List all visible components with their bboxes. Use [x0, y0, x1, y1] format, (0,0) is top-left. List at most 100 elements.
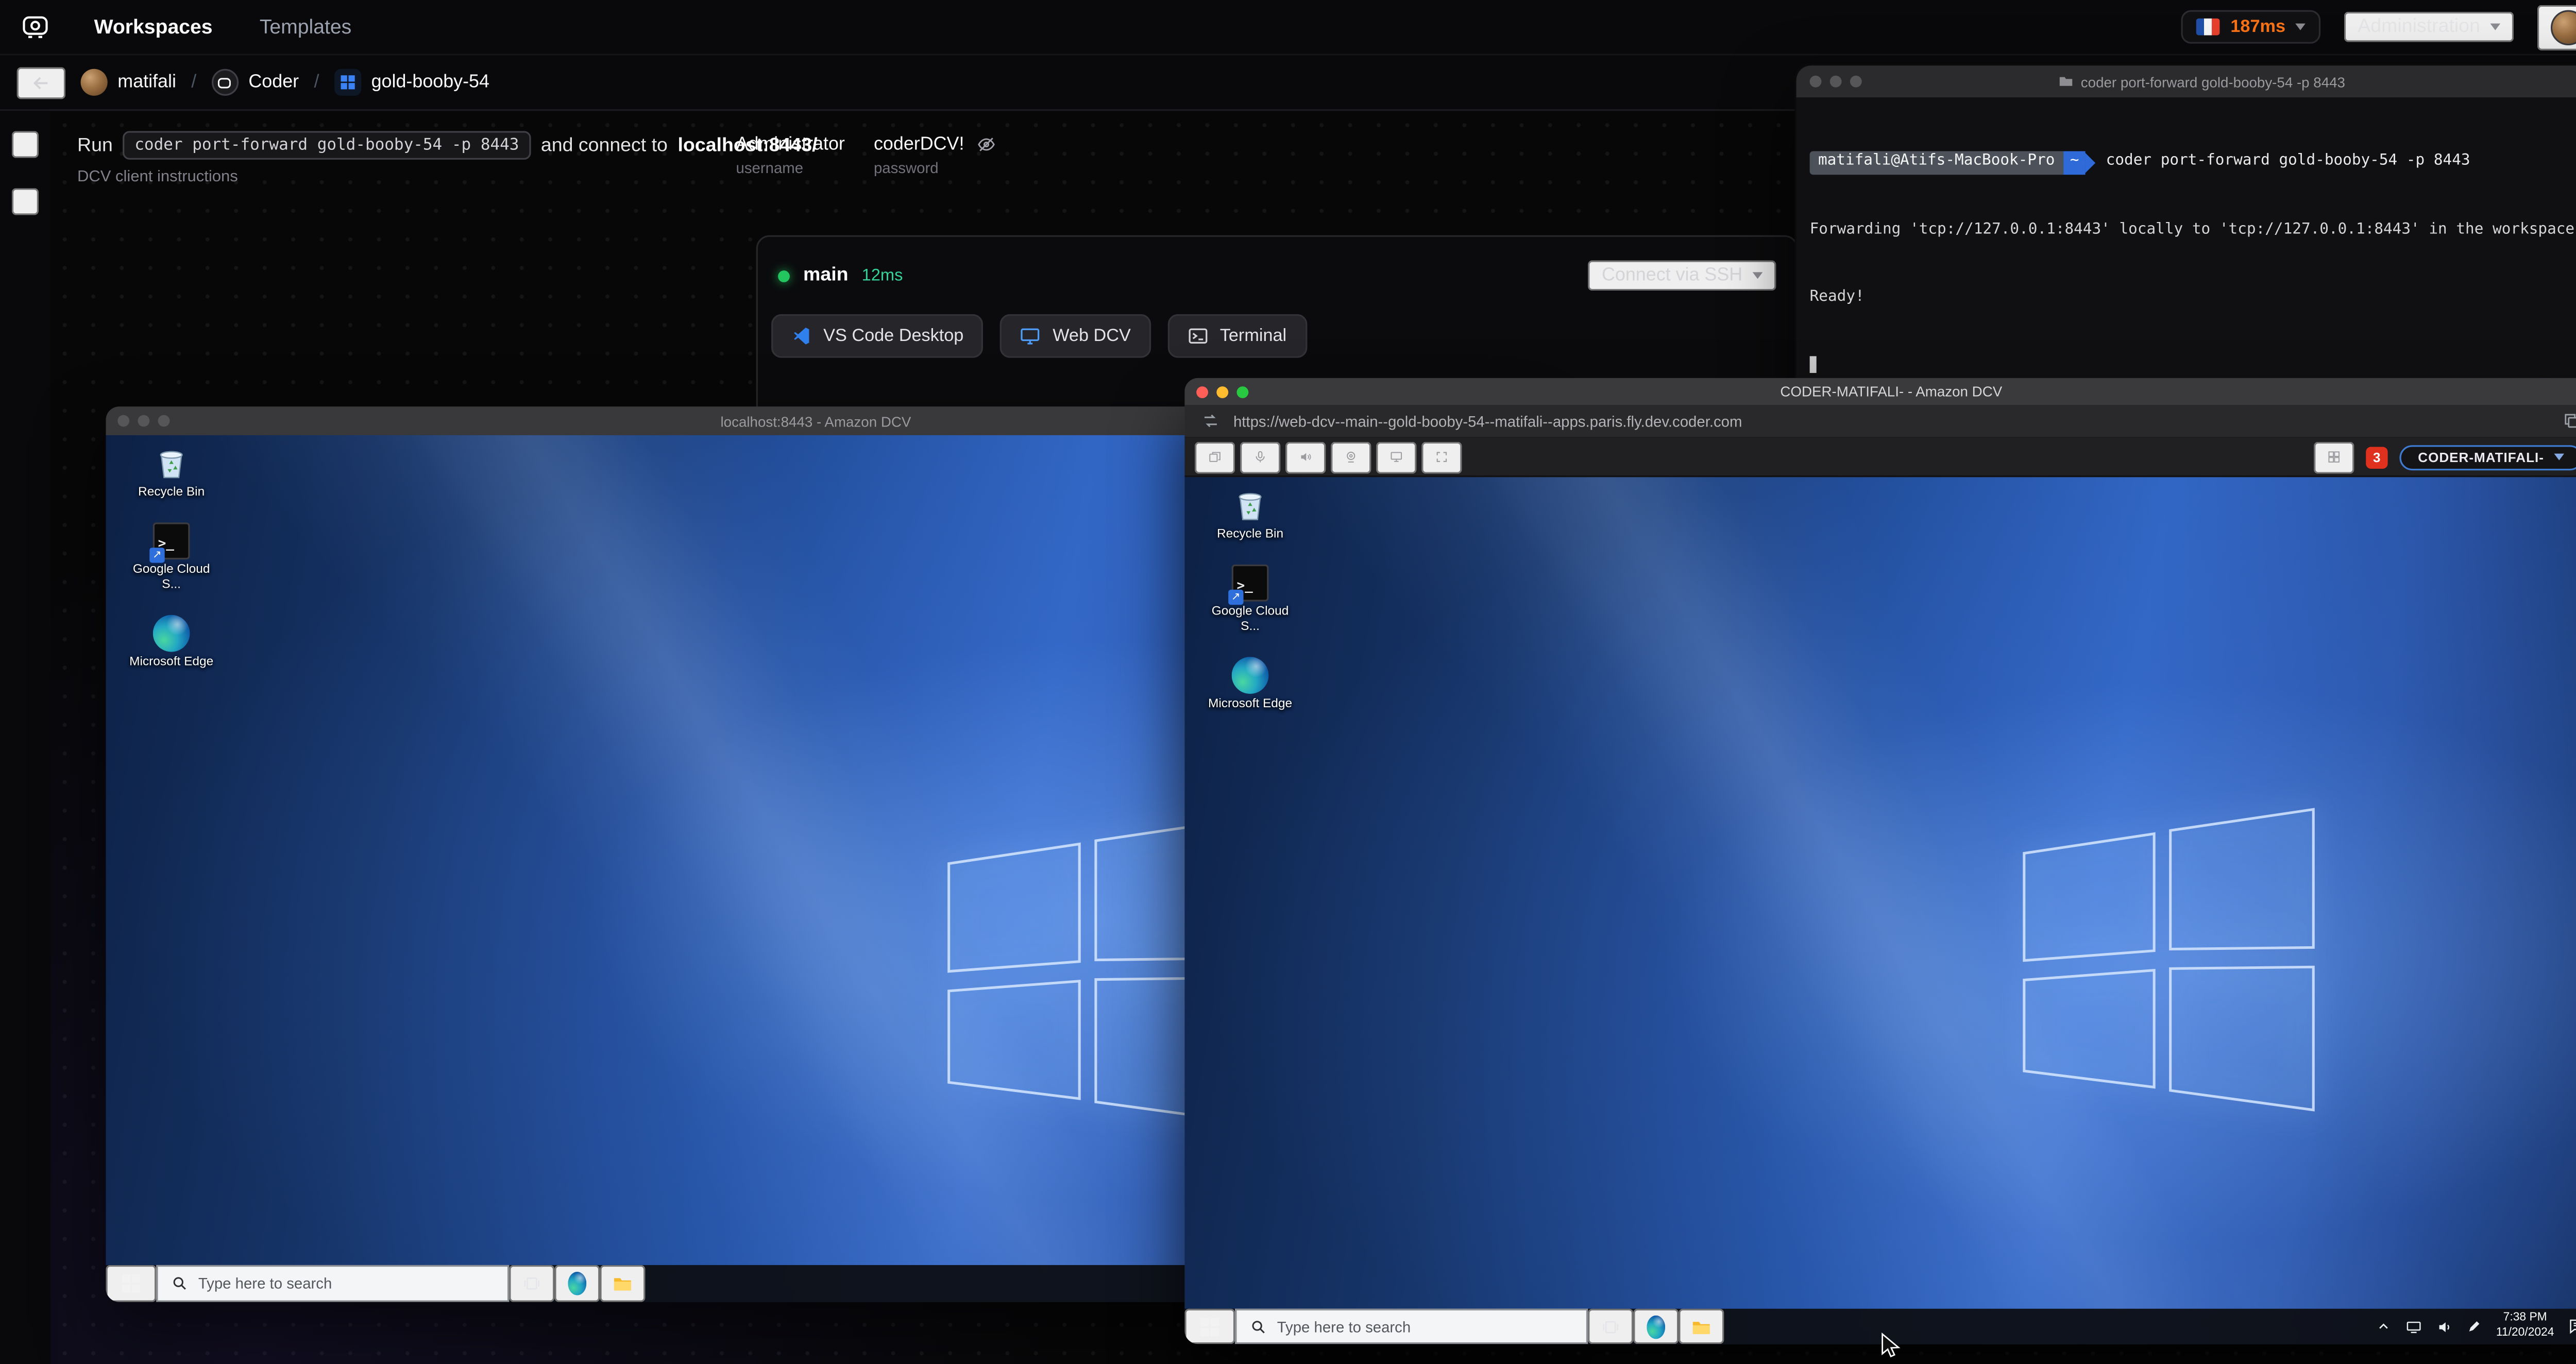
taskbar-file-explorer-button[interactable]: [1679, 1308, 1724, 1344]
copy-icon[interactable]: [2563, 412, 2576, 430]
history-icon[interactable]: [11, 188, 39, 215]
password-credential: coderDCV! password: [873, 134, 996, 176]
coder-logo-icon[interactable]: [17, 8, 54, 45]
dcv-client-instructions-link[interactable]: DCV client instructions: [77, 168, 238, 186]
taskbar-edge-button[interactable]: [1633, 1308, 1679, 1344]
taskbar-search-input[interactable]: Type here to search: [1235, 1308, 1588, 1344]
dcv-toolbar: 3 CODER-MATIFALI-: [1184, 438, 2576, 478]
port-forward-command: coder port-forward gold-booby-54 -p 8443: [123, 131, 531, 160]
console-icon: >_ ↗: [1228, 564, 1269, 605]
vscode-desktop-button[interactable]: VS Code Desktop: [771, 314, 984, 358]
coder-org-icon: [211, 69, 239, 96]
icon-label: Recycle Bin: [138, 484, 205, 499]
recycle-bin-glyph: [160, 451, 183, 479]
clock-time: 7:38 PM: [2503, 1312, 2547, 1324]
session-menu-button[interactable]: CODER-MATIFALI-: [2399, 444, 2576, 470]
speaker-icon[interactable]: [1285, 441, 1326, 473]
microsoft-edge-shortcut[interactable]: Microsoft Edge: [116, 614, 227, 669]
site-connection-icon: [1204, 414, 1217, 428]
recycle-bin-icon[interactable]: Recycle Bin: [116, 445, 227, 500]
system-tray: 7:38 PM 11/20/2024: [2365, 1309, 2576, 1344]
task-view-button[interactable]: [509, 1265, 555, 1302]
chevron-down-icon: [1752, 272, 1763, 279]
action-center-icon[interactable]: [2568, 1317, 2576, 1336]
windows-cascade-icon[interactable]: [1194, 441, 1235, 473]
start-button[interactable]: [106, 1265, 157, 1302]
breadcrumb-user-label: matifali: [117, 72, 176, 93]
taskbar-file-explorer-button[interactable]: [600, 1265, 646, 1302]
connect-via-ssh-button[interactable]: Connect via SSH: [1588, 260, 1776, 291]
icon-label: Microsoft Edge: [129, 653, 214, 668]
window-controls[interactable]: [117, 415, 170, 427]
taskbar-clock[interactable]: 7:38 PM 11/20/2024: [2496, 1312, 2554, 1340]
tab-templates[interactable]: Templates: [260, 15, 351, 39]
tools-icon[interactable]: [11, 131, 39, 158]
terminal-button[interactable]: Terminal: [1167, 314, 1307, 358]
latency-indicator[interactable]: 187ms: [2181, 10, 2321, 44]
windows-desktop[interactable]: Recycle Bin >_ ↗ Google Cloud S... Micro…: [1184, 477, 2576, 1344]
back-button[interactable]: [16, 66, 66, 98]
avatar: [2550, 9, 2576, 45]
breadcrumb-user[interactable]: matifali: [80, 69, 176, 96]
user-avatar-menu[interactable]: [2537, 4, 2576, 50]
icon-label: Recycle Bin: [1216, 525, 1284, 541]
breadcrumb-separator: /: [314, 72, 319, 93]
file-explorer-icon: [1692, 1321, 1710, 1334]
display-icon[interactable]: [1376, 441, 1417, 473]
clock-date: 11/20/2024: [2496, 1326, 2554, 1338]
search-placeholder: Type here to search: [1277, 1318, 1411, 1335]
agent-latency: 12ms: [861, 266, 903, 285]
fullscreen-icon[interactable]: [1421, 441, 1462, 473]
terminal-label: Terminal: [1219, 326, 1287, 346]
window-controls[interactable]: [1196, 385, 1249, 398]
task-view-icon: [1603, 1320, 1618, 1333]
url-text: https://web-dcv--main--gold-booby-54--ma…: [1233, 412, 1742, 430]
tray-expand-icon[interactable]: [2377, 1319, 2392, 1334]
session-label: CODER-MATIFALI-: [2418, 449, 2544, 465]
start-button[interactable]: [1184, 1308, 1235, 1344]
terminal-line: Ready!: [1809, 288, 1865, 306]
taskbar-edge-button[interactable]: [554, 1265, 600, 1302]
google-cloud-sdk-shortcut[interactable]: >_ ↗ Google Cloud S...: [116, 522, 227, 592]
edge-icon: [152, 614, 190, 651]
webcam-icon[interactable]: [1331, 441, 1371, 473]
username-value: Administrator: [736, 134, 845, 155]
browser-url-bar[interactable]: https://web-dcv--main--gold-booby-54--ma…: [1184, 405, 2576, 439]
screens-grid-icon[interactable]: [2314, 441, 2354, 473]
side-rail: [0, 111, 50, 1364]
web-dcv-button[interactable]: Web DCV: [1001, 314, 1151, 358]
mouse-cursor: [1878, 1332, 1901, 1359]
wallpaper-beams: [1184, 477, 2576, 1344]
google-cloud-sdk-shortcut[interactable]: >_ ↗ Google Cloud S...: [1195, 564, 1306, 634]
administration-menu[interactable]: Administration: [2344, 11, 2514, 42]
breadcrumb-workspace-label: gold-booby-54: [371, 72, 490, 93]
dcv-front-titlebar[interactable]: CODER-MATIFALI- - Amazon DCV: [1184, 378, 2576, 405]
network-icon[interactable]: [2405, 1318, 2424, 1335]
windows-logo-icon: [1200, 1317, 1219, 1336]
username-credential: Administrator username: [736, 134, 845, 177]
recycle-bin-glyph: [1239, 493, 1262, 520]
microsoft-edge-shortcut[interactable]: Microsoft Edge: [1195, 656, 1306, 711]
latency-value: 187ms: [2230, 16, 2286, 37]
agent-status-dot: [778, 269, 790, 282]
topnav-right: 187ms Administration: [2181, 4, 2576, 50]
volume-icon[interactable]: [2437, 1318, 2454, 1335]
eye-off-icon[interactable]: [976, 134, 996, 155]
password-value: coderDCV!: [873, 134, 964, 155]
window-controls[interactable]: [1809, 75, 1862, 88]
microphone-icon[interactable]: [1240, 441, 1281, 473]
edge-icon: [1231, 656, 1269, 693]
tab-workspaces[interactable]: Workspaces: [94, 15, 213, 39]
breadcrumb-workspace[interactable]: gold-booby-54: [334, 69, 489, 96]
prompt-host: matifali@Atifs-MacBook-Pro: [1809, 151, 2063, 174]
taskbar-search-input[interactable]: Type here to search: [156, 1265, 510, 1302]
terminal-titlebar[interactable]: coder port-forward gold-booby-54 -p 8443: [1796, 65, 2576, 98]
task-view-button[interactable]: [1588, 1308, 1634, 1344]
edge-icon: [568, 1271, 587, 1295]
recycle-bin-icon[interactable]: Recycle Bin: [1195, 487, 1306, 542]
pen-icon[interactable]: [2467, 1319, 2482, 1334]
windows-hero-logo: [2022, 808, 2315, 1112]
breadcrumb-org[interactable]: Coder: [211, 69, 299, 96]
icon-label: Google Cloud S...: [1211, 603, 1289, 633]
notification-badge[interactable]: 3: [2366, 446, 2388, 468]
